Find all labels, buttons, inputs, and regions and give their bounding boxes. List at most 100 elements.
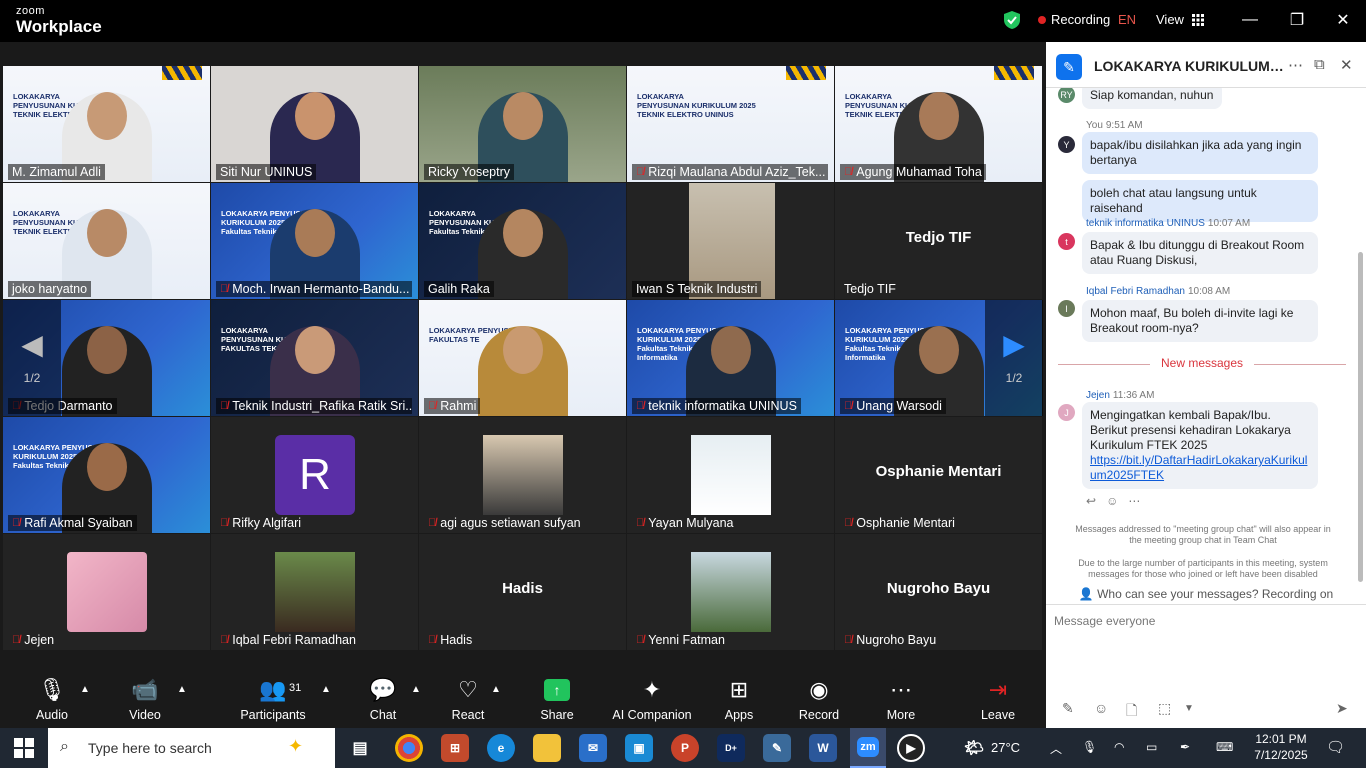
weather-temperature[interactable]: 27°C [991,740,1020,755]
notification-icon[interactable]: 🗨 [1326,738,1345,756]
more-button[interactable]: ⋯ More [883,676,919,722]
microphone-tray-icon[interactable]: 🎙 [1082,740,1097,754]
video-tile[interactable]: 🎙̸ Jejen [3,534,210,650]
view-button[interactable]: View [1156,12,1204,27]
avatar-photo [691,552,771,632]
avatar: J [1058,404,1075,421]
participant-name: 🎙̸ Nugroho Bayu [844,633,937,647]
chat-panel: ✎ LOKAKARYA KURIKULUM FA... ⋯ ⧉ ✕ RY Sia… [1046,42,1366,728]
participants-options-chevron-icon[interactable]: ▲ [321,684,331,695]
next-page-button[interactable]: ▶ 1/2 [985,300,1043,416]
close-button[interactable]: ✕ [1331,8,1355,32]
store-icon[interactable]: ⊞ [441,734,469,762]
video-tile[interactable]: R 🎙̸ Rifky Algifari [211,417,418,533]
keyboard-icon[interactable]: ⌨ [1216,740,1233,754]
audio-button[interactable]: 🎙 Audio [34,676,70,722]
attendance-link[interactable]: https://bit.ly/DaftarHadirLokakaryaKurik… [1090,453,1307,482]
mic-muted-icon: 🎙̸ [636,166,645,178]
chat-options-chevron-icon[interactable]: ▲ [411,684,421,695]
disney-plus-icon[interactable]: D+ [717,734,745,762]
network-icon[interactable]: ◠ [1114,740,1124,754]
ai-companion-button[interactable]: ✦ AI Companion [612,676,692,722]
apps-button[interactable]: ⊞ Apps [722,676,756,722]
reply-icon[interactable]: ↩ [1086,494,1096,508]
video-tile[interactable]: Hadis 🎙̸ Hadis [419,534,626,650]
maximize-button[interactable]: ❐ [1285,8,1309,32]
show-hidden-icons-icon[interactable]: ︿ [1050,740,1062,757]
video-tile[interactable]: 🎙̸ Yenni Fatman [627,534,834,650]
media-player-icon[interactable]: ▶ [897,734,925,762]
audio-options-chevron-icon[interactable]: ▲ [80,684,90,695]
battery-icon[interactable]: ▭ [1146,740,1157,754]
pop-out-icon[interactable]: ⧉ [1314,56,1325,73]
close-chat-icon[interactable]: ✕ [1340,56,1353,74]
leave-button[interactable]: ⇥ Leave [980,676,1016,722]
video-tile[interactable]: LOKAKARYA PENYUSUNAN KURIKULUM TEKNIK ELEK… [3,183,210,299]
video-tile[interactable]: LOKAKARYA PENYUSUNAN KURIKULUM 2025 TEKNIK… [627,66,834,182]
taskbar-clock[interactable]: 12:01 PM 7/12/2025 [1246,731,1316,763]
video-tile[interactable]: LOKAKARYA PENYUSUNAN FAKULTAS TE 🎙̸ Rahmi [419,300,626,416]
video-tile[interactable]: LOKAKARYA PENYUSUNAN KURIKULUM TEKNIK ELEK… [3,66,210,182]
avatar: Y [1058,136,1075,153]
react-button[interactable]: ♡ React [448,676,488,722]
video-tile[interactable]: LOKAKARYA PENYUSUNAN KURIKULUM 2025 Fakult… [3,417,210,533]
video-tile[interactable]: LOKAKARYA PENYUSUNAN KURIKULUM 2025 TEKNIK… [835,66,1042,182]
file-explorer-icon[interactable] [533,734,561,762]
chat-more-icon[interactable]: ⋯ [1288,56,1303,74]
video-tile[interactable]: 🎙̸ Yayan Mulyana [627,417,834,533]
pen-icon[interactable]: ✒ [1180,740,1190,754]
remote-desktop-icon[interactable]: ▣ [625,734,653,762]
send-icon[interactable]: ➤ [1336,700,1348,717]
powerpoint-icon[interactable]: P [671,734,699,762]
video-tile[interactable]: Iwan S Teknik Industri [627,183,834,299]
windows-start-icon[interactable] [14,738,34,758]
weather-icon[interactable]: 🌤 [960,734,988,762]
security-shield-icon[interactable] [1003,10,1021,30]
chat-scrollbar[interactable] [1358,252,1363,582]
file-icon[interactable]: 🗋 [1126,700,1137,724]
video-tile[interactable]: LOKAKARYA PENYUSUNAN KURIKULUM 2025 Fakult… [419,183,626,299]
chevron-down-icon[interactable]: ▼ [1184,703,1194,714]
leave-door-icon: ⇥ [988,677,1008,702]
video-tile[interactable]: Ricky Yoseptry [419,66,626,182]
video-tile-active-speaker[interactable]: Siti Nur UNINUS [211,66,418,182]
message-visibility-info[interactable]: 👤 Who can see your messages? Recording o… [1046,583,1366,605]
video-tile[interactable]: LOKAKARYA PENYUSUNAN KURIKULUM 2025 FAKULT… [211,300,418,416]
minimize-button[interactable]: — [1238,8,1262,32]
mic-muted-icon: 🎙̸ [428,400,437,412]
video-options-chevron-icon[interactable]: ▲ [177,684,187,695]
screenshot-icon[interactable]: ⬚ [1158,700,1171,717]
record-button[interactable]: ◉ Record [797,676,841,722]
emoji-icon[interactable]: ☺ [1106,494,1118,508]
taskbar-search-box[interactable]: ⌕ Type here to search ✦ [48,728,335,768]
language-interpretation[interactable]: EN [1118,12,1136,27]
more-actions-icon[interactable]: ⋯ [1128,494,1140,508]
chat-message-input[interactable]: Message everyone [1054,614,1354,628]
word-icon[interactable]: W [809,734,837,762]
video-tile[interactable]: 🎙̸ Iqbal Febri Ramadhan [211,534,418,650]
video-tile[interactable]: Osphanie Mentari 🎙̸ Osphanie Mentari [835,417,1042,533]
task-view-icon[interactable]: ▤ [346,734,374,762]
zoom-taskbar-icon[interactable]: zm [850,728,886,768]
recording-indicator[interactable]: Recording [1038,12,1110,27]
view-label: View [1156,12,1184,27]
emoji-icon[interactable]: ☺ [1094,700,1108,716]
mail-icon[interactable]: ✉ [579,734,607,762]
paint-icon[interactable]: ✎ [763,734,791,762]
mic-muted-icon: 🎙̸ [220,283,229,295]
video-button[interactable]: 📹 Video [124,676,166,722]
previous-page-button[interactable]: ◀ 1/2 [3,300,61,416]
video-tile[interactable]: LOKAKARYA PENYUSUNAN KURIKULUM 2025 Fakult… [627,300,834,416]
edge-icon[interactable]: e [487,734,515,762]
react-options-chevron-icon[interactable]: ▲ [491,684,501,695]
share-button[interactable]: ↑ Share [538,676,576,722]
video-tile[interactable]: Nugroho Bayu 🎙̸ Nugroho Bayu [835,534,1042,650]
chrome-icon[interactable] [395,734,423,762]
apps-icon: ⊞ [729,677,749,702]
format-icon[interactable]: ✎ [1062,700,1074,717]
video-tile[interactable]: 🎙̸ agi agus setiawan sufyan [419,417,626,533]
chat-button[interactable]: 💬 Chat [366,676,400,722]
video-tile[interactable]: LOKAKARYA PENYUSUNAN KURIKULUM 2025 Fakult… [211,183,418,299]
mic-muted-icon: 🎙̸ [220,634,229,646]
video-tile[interactable]: Tedjo TIF Tedjo TIF [835,183,1042,299]
